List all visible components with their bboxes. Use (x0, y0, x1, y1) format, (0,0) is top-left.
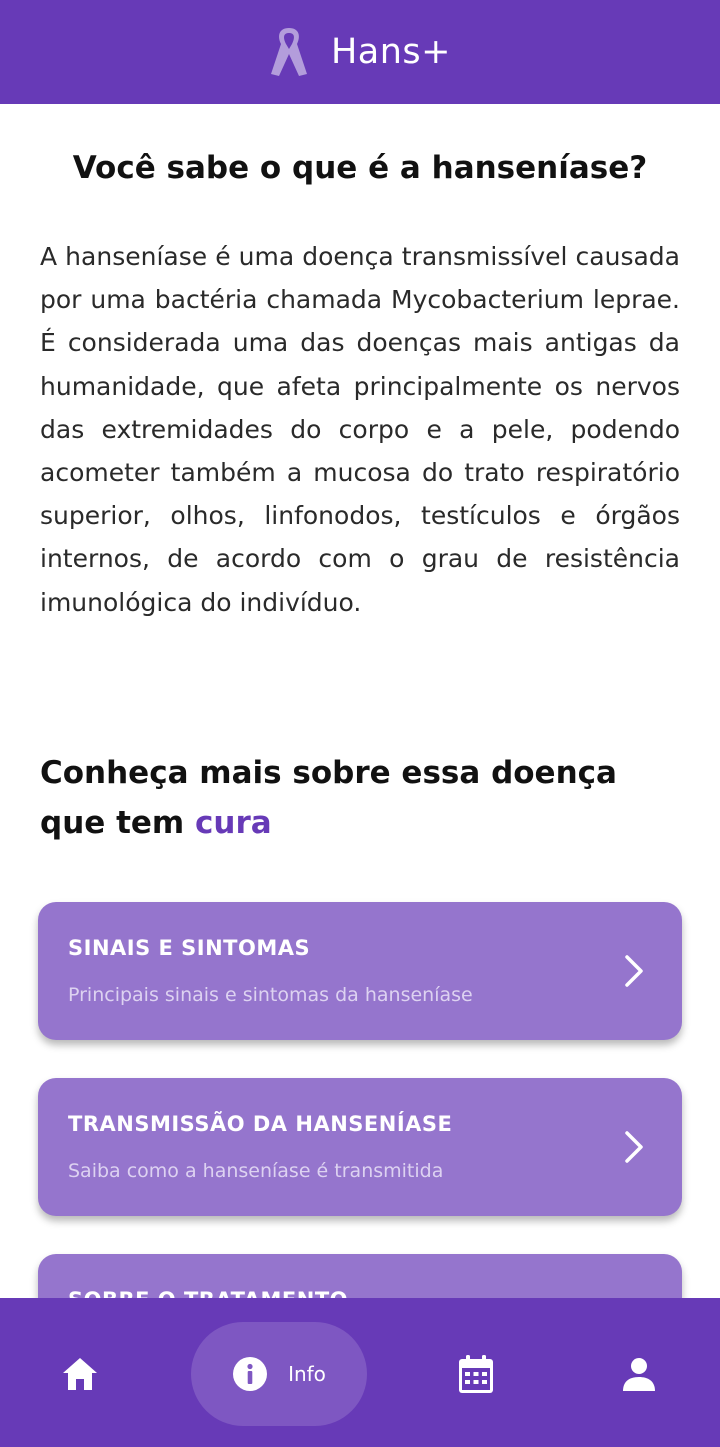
nav-info[interactable]: Info (191, 1322, 367, 1426)
card-sinais-sintomas[interactable]: SINAIS E SINTOMAS Principais sinais e si… (38, 902, 682, 1040)
card-tratamento[interactable]: SOBRE O TRATAMENTO (38, 1254, 682, 1298)
ribbon-icon (270, 28, 307, 76)
app-title: Hans+ (330, 32, 451, 72)
card-subtitle: Principais sinais e sintomas da hansenía… (68, 984, 473, 1006)
card-title: SOBRE O TRATAMENTO (68, 1288, 348, 1298)
section-title-accent: cura (195, 805, 272, 841)
main-content[interactable]: Você sabe o que é a hanseníase? A hansen… (0, 104, 720, 1298)
intro-paragraph: A hanseníase é uma doença transmissível … (40, 242, 680, 617)
section-title: Conheça mais sobre essa doença que tem c… (40, 748, 680, 848)
nav-home[interactable] (40, 1322, 120, 1426)
nav-info-label: Info (288, 1362, 326, 1386)
chevron-right-icon (625, 1131, 643, 1163)
bottom-nav: Info (0, 1298, 720, 1447)
person-icon (623, 1358, 655, 1391)
section-title-text: Conheça mais sobre essa doença que tem (40, 755, 617, 841)
card-title: SINAIS E SINTOMAS (68, 936, 311, 960)
info-icon (233, 1357, 268, 1391)
nav-profile[interactable] (599, 1322, 679, 1426)
page-question: Você sabe o que é a hanseníase? (72, 150, 648, 186)
card-subtitle: Saiba como a hanseníase é transmitida (68, 1160, 444, 1182)
calendar-icon (459, 1355, 493, 1393)
card-title: TRANSMISSÃO DA HANSENÍASE (68, 1112, 453, 1136)
nav-calendar[interactable] (436, 1322, 516, 1426)
home-icon (63, 1358, 97, 1390)
app-bar: Hans+ (0, 0, 720, 104)
card-transmissao[interactable]: TRANSMISSÃO DA HANSENÍASE Saiba como a h… (38, 1078, 682, 1216)
chevron-right-icon (625, 955, 643, 987)
